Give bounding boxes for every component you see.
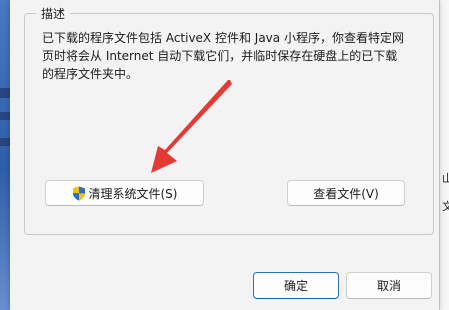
background-window-text: 文 xyxy=(442,200,449,213)
view-files-button[interactable]: 查看文件(V) xyxy=(287,180,405,206)
uac-shield-icon xyxy=(72,186,85,200)
description-text: 已下载的程序文件包括 ActiveX 控件和 Java 小程序，你查看特定网 页… xyxy=(42,29,427,83)
clean-system-files-button[interactable]: 清理系统文件(S) xyxy=(45,180,204,206)
cancel-label: 取消 xyxy=(376,279,401,293)
clean-system-files-label: 清理系统文件(S) xyxy=(88,186,178,201)
description-line: 的程序文件夹中。 xyxy=(42,67,139,81)
desktop-background-strip xyxy=(0,0,10,310)
ok-label: 确定 xyxy=(283,279,308,293)
ok-button[interactable]: 确定 xyxy=(253,272,339,299)
description-line: 已下载的程序文件包括 ActiveX 控件和 Java 小程序，你查看特定网 xyxy=(42,31,404,45)
desktop-shade xyxy=(0,112,10,120)
cancel-button[interactable]: 取消 xyxy=(346,272,432,299)
group-title: 描述 xyxy=(36,5,71,22)
desktop-shade xyxy=(0,88,10,98)
description-line: 页时将会从 Internet 自动下载它们，并临时保存在硬盘上的已下载 xyxy=(42,49,398,63)
view-files-label: 查看文件(V) xyxy=(313,186,379,201)
background-window-text: 山 xyxy=(442,172,449,185)
background-window xyxy=(439,0,449,310)
desktop-shade xyxy=(0,138,10,146)
